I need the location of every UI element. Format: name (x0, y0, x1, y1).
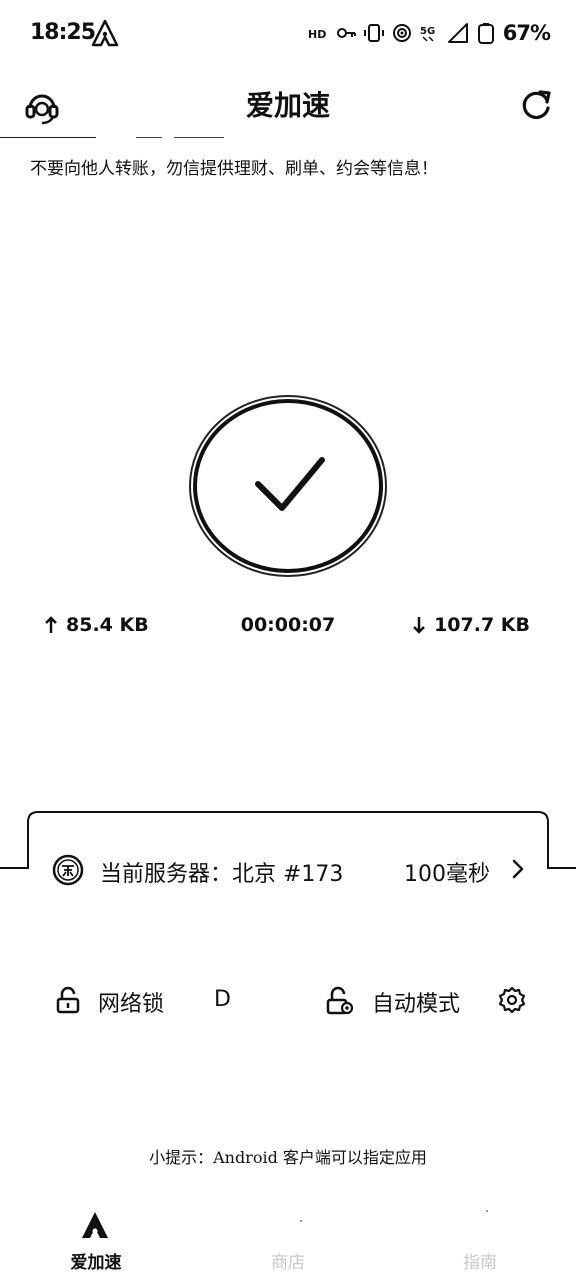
battery-icon (477, 23, 494, 44)
vibrate-icon (363, 24, 384, 42)
status-icons: HD 5G 67% (307, 18, 551, 48)
header-divider (174, 137, 224, 138)
status-bar: 18:25 HD 5G 67% (0, 0, 576, 70)
network-lock-toggle[interactable]: D (214, 987, 248, 1015)
server-latency: 100毫秒 (404, 862, 490, 887)
nav-label-store: 商店 (271, 1253, 305, 1273)
unlock-icon[interactable] (54, 986, 82, 1014)
traffic-stats: 85.4 KB 00:00:07 107.7 KB (0, 610, 576, 646)
nav-label-guide: 指南 (463, 1253, 497, 1273)
connected-ring (189, 395, 387, 577)
network-lock-label[interactable]: 网络锁 (98, 986, 164, 1018)
status-time: 18:25 (30, 20, 96, 45)
chevron-right-icon (512, 859, 524, 879)
wifi-icon (392, 24, 411, 42)
bottom-nav: 爱加速 商店 指南 (0, 1200, 576, 1280)
server-selector[interactable]: 当前服务器：北京 #173 100毫秒 (0, 808, 576, 918)
nav-label-accelerate: 爱加速 (70, 1253, 122, 1273)
nav-item-store[interactable]: 商店 (192, 1200, 384, 1280)
signal-icon (447, 23, 468, 43)
svg-text:5G: 5G (420, 26, 435, 37)
auto-mode-lock-icon[interactable] (324, 986, 354, 1016)
hd-icon: HD (308, 28, 326, 41)
check-icon (255, 457, 325, 511)
5g-icon: 5G (420, 26, 435, 42)
header-divider (0, 137, 96, 138)
anti-fraud-notice: 不要向他人转账，勿信提供理财、刷单、约会等信息！ (30, 159, 438, 179)
server-location-icon (52, 854, 84, 886)
header: 爱加速 (0, 70, 576, 140)
auto-mode-label[interactable]: 自动模式 (372, 986, 460, 1018)
app-a-icon (91, 19, 119, 47)
connect-toggle-button[interactable] (186, 392, 390, 580)
svg-text:HD: HD (308, 28, 326, 41)
options-row: 网络锁 D 自动模式 (0, 974, 576, 1026)
download-value: 107.7 KB (434, 614, 530, 636)
current-server-label: 当前服务器：北京 #173 (100, 862, 344, 887)
page-title: 爱加速 (245, 89, 330, 122)
download-arrow-icon (413, 617, 425, 634)
battery-percentage: 67% (502, 21, 551, 45)
guide-icon (486, 1210, 488, 1212)
store-icon (300, 1220, 302, 1222)
header-divider (136, 137, 162, 138)
download-stat: 107.7 KB (412, 614, 530, 636)
accelerate-a-icon (82, 1212, 108, 1238)
key-icon (336, 28, 356, 38)
refresh-icon[interactable] (518, 86, 554, 122)
nav-item-guide[interactable]: 指南 (384, 1200, 576, 1280)
tip-text: 小提示：Android 客户端可以指定应用 (149, 1148, 427, 1167)
nav-item-accelerate[interactable]: 爱加速 (0, 1200, 192, 1280)
gear-icon[interactable] (498, 986, 526, 1014)
